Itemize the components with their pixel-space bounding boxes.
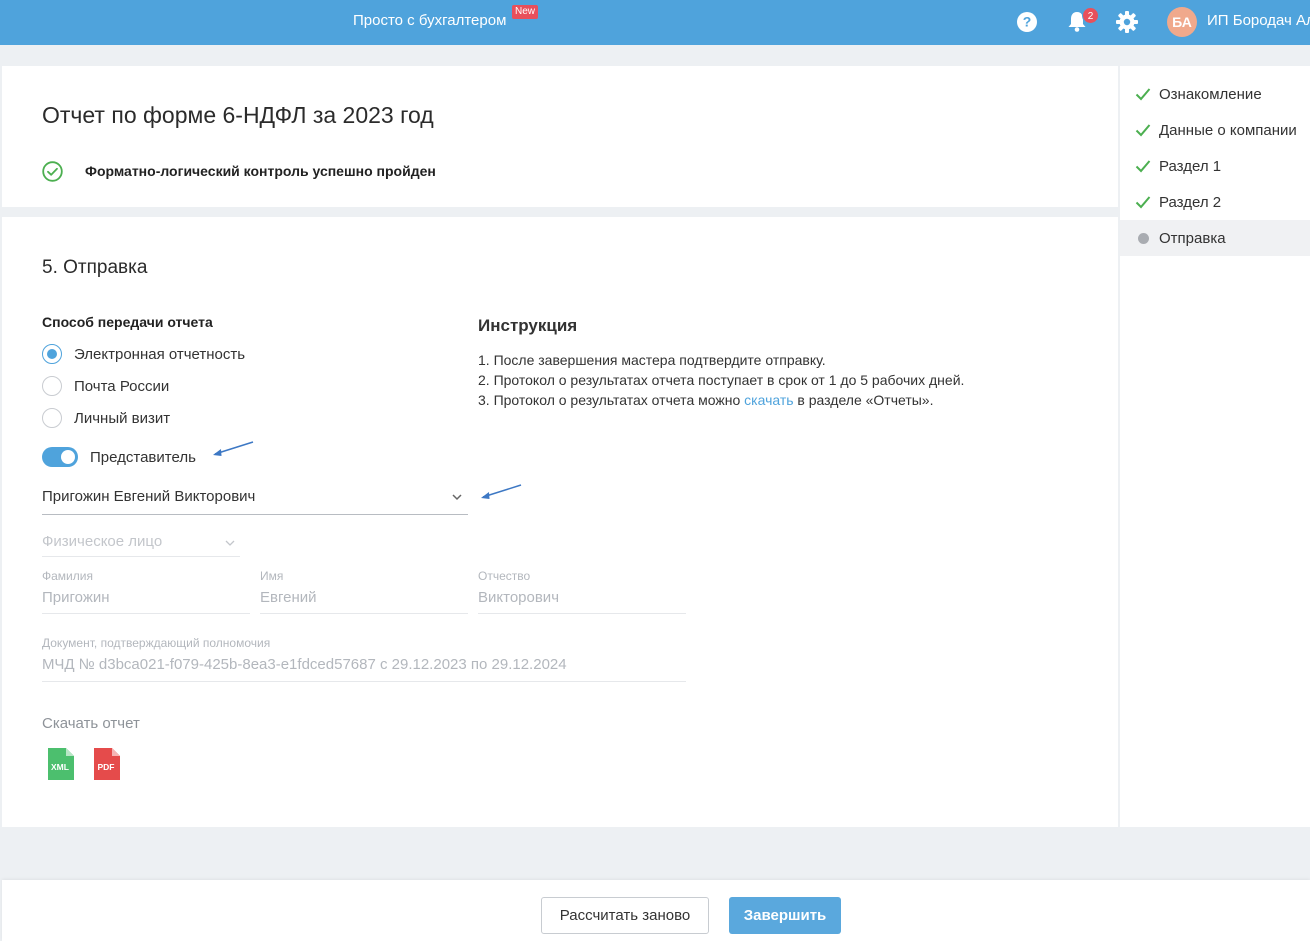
last-name-value: Пригожин <box>42 589 110 606</box>
check-icon <box>1134 193 1152 211</box>
person-type-select: Физическое лицо <box>42 530 240 557</box>
authority-document-label: Документ, подтверждающий полномочия <box>42 636 271 650</box>
pdf-file-icon[interactable]: PDF <box>92 748 120 780</box>
instruction-line-1: 1. После завершения мастера подтвердите … <box>478 352 826 368</box>
radio-electronic[interactable]: Электронная отчетность <box>42 343 245 365</box>
annotation-arrow-icon <box>481 484 522 499</box>
radio-button[interactable] <box>42 376 62 396</box>
user-name[interactable]: ИП Бородач Ал <box>1207 12 1310 29</box>
last-name-field: Фамилия Пригожин <box>42 569 250 614</box>
person-type-value: Физическое лицо <box>42 533 163 550</box>
download-label: Скачать отчет <box>42 715 140 732</box>
step-label: Отправка <box>1159 229 1226 247</box>
pdf-label: PDF <box>98 762 115 772</box>
first-name-field: Имя Евгений <box>260 569 468 614</box>
instructions-title: Инструкция <box>478 316 578 335</box>
check-circle-icon <box>42 161 63 182</box>
check-icon <box>1134 85 1152 103</box>
first-name-label: Имя <box>260 569 284 583</box>
chevron-down-icon[interactable] <box>450 490 464 504</box>
notification-count-badge: 2 <box>1082 7 1099 24</box>
step-company-data[interactable]: Данные о компании <box>1120 112 1310 148</box>
representative-toggle[interactable] <box>42 447 78 467</box>
svg-text:?: ? <box>1023 14 1032 30</box>
instruction-line-3-end: в разделе «Отчеты». <box>793 392 934 408</box>
report-header-card: Отчет по форме 6-НДФЛ за 2023 год Формат… <box>2 66 1118 207</box>
new-badge: New <box>512 5 539 19</box>
send-section-card: 5. Отправка Способ передачи отчета Элект… <box>2 217 1118 827</box>
check-icon <box>1134 121 1152 139</box>
step-send[interactable]: Отправка <box>1120 220 1310 256</box>
top-bar: Просто с бухгалтером New ? 2 БА ИП Бород… <box>0 0 1310 45</box>
flk-status-text: Форматно-логический контроль успешно про… <box>85 163 436 179</box>
representative-toggle-label: Представитель <box>90 448 196 466</box>
radio-button[interactable] <box>42 408 62 428</box>
radio-post[interactable]: Почта России <box>42 375 169 397</box>
step-section-2[interactable]: Раздел 2 <box>1120 184 1310 220</box>
middle-name-field: Отчество Викторович <box>478 569 686 614</box>
chevron-down-icon <box>224 536 236 548</box>
footer-bar: Рассчитать заново Завершить <box>2 880 1310 941</box>
finish-button[interactable]: Завершить <box>729 897 841 934</box>
instruction-line-3-start: 3. Протокол о результатах отчета можно <box>478 392 745 408</box>
radio-label: Почта России <box>74 377 170 395</box>
xml-label: XML <box>51 762 69 772</box>
last-name-label: Фамилия <box>42 569 93 583</box>
xml-file-icon[interactable]: XML <box>46 748 74 780</box>
instruction-line-2: 2. Протокол о результатах отчета поступа… <box>478 372 965 388</box>
gear-icon[interactable] <box>1115 10 1139 34</box>
step-label: Данные о компании <box>1159 121 1297 139</box>
wizard-steps: Ознакомление Данные о компании Раздел 1 … <box>1120 66 1310 827</box>
download-link[interactable]: скачать <box>744 392 793 408</box>
recalculate-button[interactable]: Рассчитать заново <box>541 897 709 934</box>
annotation-arrow-icon <box>213 441 254 456</box>
radio-label: Электронная отчетность <box>74 345 246 363</box>
representative-select-value: Пригожин Евгений Викторович <box>42 488 256 505</box>
current-step-dot-icon <box>1134 229 1152 247</box>
step-intro[interactable]: Ознакомление <box>1120 76 1310 112</box>
representative-select[interactable]: Пригожин Евгений Викторович <box>42 485 468 515</box>
step-label: Ознакомление <box>1159 85 1262 103</box>
middle-name-value: Викторович <box>478 589 560 606</box>
step-section-1[interactable]: Раздел 1 <box>1120 148 1310 184</box>
radio-visit[interactable]: Личный визит <box>42 407 170 429</box>
first-name-value: Евгений <box>260 589 317 606</box>
radio-button[interactable] <box>42 344 62 364</box>
help-icon[interactable]: ? <box>1016 11 1038 33</box>
method-label: Способ передачи отчета <box>42 314 213 330</box>
check-icon <box>1134 157 1152 175</box>
avatar[interactable]: БА <box>1167 7 1197 37</box>
page-title: Отчет по форме 6-НДФЛ за 2023 год <box>42 102 434 128</box>
authority-document-value: МЧД № d3bca021-f079-425b-8ea3-e1fdced576… <box>42 656 567 673</box>
instruction-line-3: 3. Протокол о результатах отчета можно с… <box>478 392 933 408</box>
app-link[interactable]: Просто с бухгалтером <box>353 12 506 29</box>
step-label: Раздел 2 <box>1159 193 1222 211</box>
middle-name-label: Отчество <box>478 569 531 583</box>
authority-document-field: Документ, подтверждающий полномочия МЧД … <box>42 636 686 682</box>
radio-label: Личный визит <box>74 409 171 427</box>
section-title: 5. Отправка <box>42 257 148 278</box>
representative-toggle-row[interactable]: Представитель <box>42 447 196 467</box>
step-label: Раздел 1 <box>1159 157 1222 175</box>
